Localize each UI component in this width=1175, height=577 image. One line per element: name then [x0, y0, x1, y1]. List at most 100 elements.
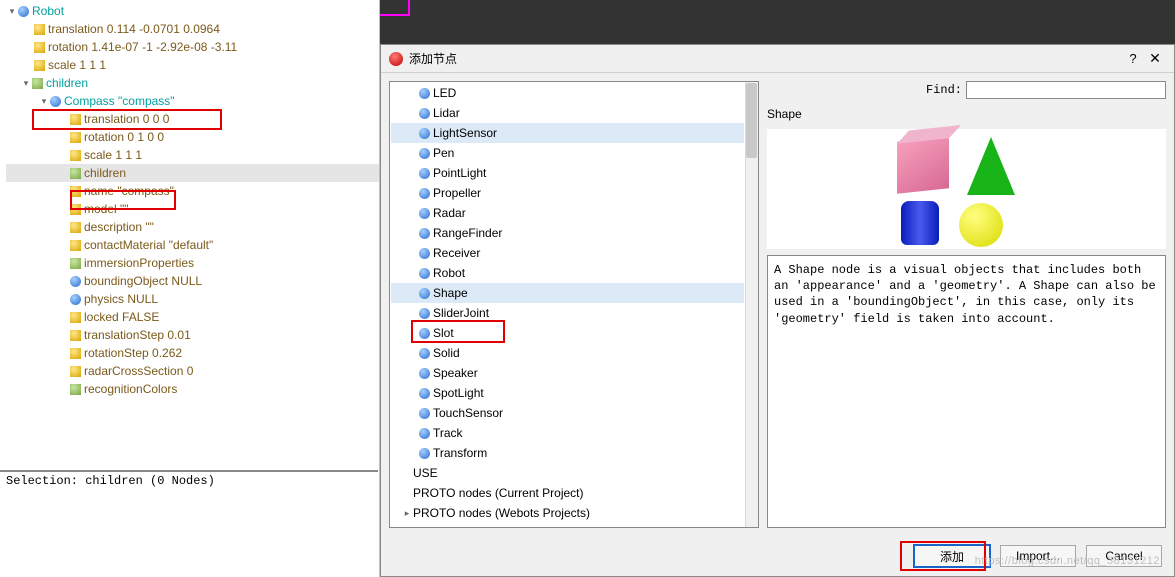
- node-label: recognitionColors: [84, 382, 177, 396]
- node-item-label: Lidar: [433, 106, 460, 120]
- tree-node-compass[interactable]: ▾Compass "compass": [6, 92, 379, 110]
- node-label: translation 0 0 0: [84, 112, 169, 126]
- node-item-track[interactable]: Track: [391, 423, 744, 443]
- node-item-propeller[interactable]: Propeller: [391, 183, 744, 203]
- chevron-right-icon[interactable]: ▸: [401, 508, 413, 519]
- node-item-label: Solid: [433, 346, 460, 360]
- node-icon: [419, 128, 430, 139]
- node-item-lightsensor[interactable]: LightSensor: [391, 123, 744, 143]
- node-label: rotation 1.41e-07 -1 -2.92e-08 -3.11: [48, 40, 237, 54]
- add-button[interactable]: 添加: [914, 545, 990, 567]
- node-icon: [419, 388, 430, 399]
- node-item-solid[interactable]: Solid: [391, 343, 744, 363]
- node-icon: [419, 328, 430, 339]
- node-item-sliderjoint[interactable]: SliderJoint: [391, 303, 744, 323]
- node-item-spotlight[interactable]: SpotLight: [391, 383, 744, 403]
- node-group-label: USE: [413, 466, 438, 480]
- tree-node[interactable]: boundingObject NULL: [6, 272, 379, 290]
- dialog-titlebar: 添加节点 ? ✕: [381, 45, 1174, 73]
- tree-node[interactable]: scale 1 1 1: [6, 56, 379, 74]
- tree-node[interactable]: model "": [6, 200, 379, 218]
- node-item-receiver[interactable]: Receiver: [391, 243, 744, 263]
- scrollbar-thumb[interactable]: [746, 83, 757, 158]
- node-item-label: LED: [433, 86, 456, 100]
- node-item-slot[interactable]: Slot: [391, 323, 744, 343]
- tree-node[interactable]: translationStep 0.01: [6, 326, 379, 344]
- scrollbar[interactable]: [745, 82, 758, 527]
- shape-preview: [767, 129, 1166, 249]
- node-group[interactable]: PROTO nodes (Current Project): [391, 483, 744, 503]
- tree-node[interactable]: radarCrossSection 0: [6, 362, 379, 380]
- node-label: locked FALSE: [84, 310, 159, 324]
- field-icon: [70, 204, 81, 215]
- node-label: scale 1 1 1: [48, 58, 106, 72]
- node-label: radarCrossSection 0: [84, 364, 193, 378]
- node-item-rangefinder[interactable]: RangeFinder: [391, 223, 744, 243]
- node-group-label: PROTO nodes (Webots Projects): [413, 506, 590, 520]
- chevron-down-icon[interactable]: ▾: [20, 78, 32, 89]
- node-item-label: SliderJoint: [433, 306, 489, 320]
- node-item-lidar[interactable]: Lidar: [391, 103, 744, 123]
- node-icon: [419, 288, 430, 299]
- tree-node[interactable]: rotationStep 0.262: [6, 344, 379, 362]
- chevron-down-icon[interactable]: ▾: [6, 6, 18, 17]
- node-item-robot[interactable]: Robot: [391, 263, 744, 283]
- node-item-label: Pen: [433, 146, 454, 160]
- scene-tree[interactable]: ▾Robot translation 0.114 -0.0701 0.0964 …: [0, 0, 379, 463]
- tree-node[interactable]: description "": [6, 218, 379, 236]
- node-label: physics NULL: [84, 292, 158, 306]
- node-item-led[interactable]: LED: [391, 83, 744, 103]
- node-group[interactable]: USE: [391, 463, 744, 483]
- cancel-button[interactable]: Cancel: [1086, 545, 1162, 567]
- tree-node-robot[interactable]: ▾Robot: [6, 2, 379, 20]
- tree-node[interactable]: locked FALSE: [6, 308, 379, 326]
- field-icon: [70, 114, 81, 125]
- node-group-label: PROTO nodes (Current Project): [413, 486, 584, 500]
- tree-node[interactable]: immersionProperties: [6, 254, 379, 272]
- tree-node-children-inner[interactable]: children: [6, 164, 379, 182]
- tree-node[interactable]: translation 0.114 -0.0701 0.0964: [6, 20, 379, 38]
- node-item-transform[interactable]: Transform: [391, 443, 744, 463]
- tree-node-children[interactable]: ▾children: [6, 74, 379, 92]
- node-item-label: Slot: [433, 326, 454, 340]
- node-group[interactable]: ▸PROTO nodes (Webots Projects): [391, 503, 744, 523]
- node-icon: [419, 248, 430, 259]
- tree-node[interactable]: scale 1 1 1: [6, 146, 379, 164]
- cube-icon: [897, 136, 949, 193]
- tree-node[interactable]: name "compass": [6, 182, 379, 200]
- import-button[interactable]: Import...: [1000, 545, 1076, 567]
- group-icon: [70, 384, 81, 395]
- tree-node[interactable]: contactMaterial "default": [6, 236, 379, 254]
- field-icon: [34, 42, 45, 53]
- node-item-speaker[interactable]: Speaker: [391, 363, 744, 383]
- node-item-label: PointLight: [433, 166, 486, 180]
- tree-node[interactable]: recognitionColors: [6, 380, 379, 398]
- node-item-radar[interactable]: Radar: [391, 203, 744, 223]
- field-icon: [70, 240, 81, 251]
- chevron-down-icon[interactable]: ▾: [38, 96, 50, 107]
- node-label: model "": [84, 202, 129, 216]
- selection-marker: [380, 0, 410, 16]
- help-button[interactable]: ?: [1122, 51, 1144, 66]
- node-item-pointlight[interactable]: PointLight: [391, 163, 744, 183]
- node-list[interactable]: LED Lidar LightSensor Pen PointLight Propelle…: [391, 83, 744, 526]
- field-icon: [70, 330, 81, 341]
- tree-node[interactable]: translation 0 0 0: [6, 110, 379, 128]
- dialog-title: 添加节点: [409, 50, 1122, 67]
- node-icon: [419, 168, 430, 179]
- find-input[interactable]: [966, 81, 1166, 99]
- node-item-pen[interactable]: Pen: [391, 143, 744, 163]
- tree-node[interactable]: physics NULL: [6, 290, 379, 308]
- tree-node[interactable]: rotation 1.41e-07 -1 -2.92e-08 -3.11: [6, 38, 379, 56]
- node-item-label: Receiver: [433, 246, 480, 260]
- close-button[interactable]: ✕: [1144, 50, 1166, 67]
- node-icon: [18, 6, 29, 17]
- tree-node[interactable]: rotation 0 1 0 0: [6, 128, 379, 146]
- node-icon: [419, 408, 430, 419]
- node-label: rotationStep 0.262: [84, 346, 182, 360]
- node-item-label: Robot: [433, 266, 465, 280]
- node-icon: [419, 268, 430, 279]
- node-icon: [50, 96, 61, 107]
- node-item-shape[interactable]: Shape: [391, 283, 744, 303]
- node-item-touchsensor[interactable]: TouchSensor: [391, 403, 744, 423]
